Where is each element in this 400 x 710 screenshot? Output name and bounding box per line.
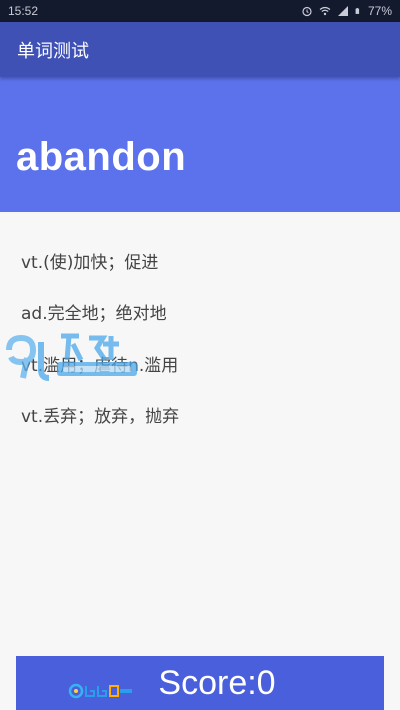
wifi-icon [319,6,331,16]
battery-icon [355,7,360,14]
signal-icon [337,6,348,16]
option-2[interactable]: ad.完全地；绝对地 [21,299,167,324]
app-title: 单词测试 [17,40,89,62]
word-panel: abandon [0,77,400,212]
status-icons: 77% [301,4,392,18]
quiz-word: abandon [16,135,187,179]
option-4[interactable]: vt.丢弃；放弃，抛弃 [21,402,179,427]
option-3[interactable]: vt.滥用；虐待n.滥用 [21,351,178,376]
status-bar: 15:52 77% [0,0,400,22]
score-label: Score:0 [158,663,276,702]
battery-percent: 77% [367,4,392,18]
status-time: 15:52 [8,4,39,18]
alarm-icon [302,6,312,17]
app-bar: 单词测试 [0,22,400,77]
option-1[interactable]: vt.(使)加快；促进 [21,248,158,273]
score-bar: Score:0 [16,656,384,710]
